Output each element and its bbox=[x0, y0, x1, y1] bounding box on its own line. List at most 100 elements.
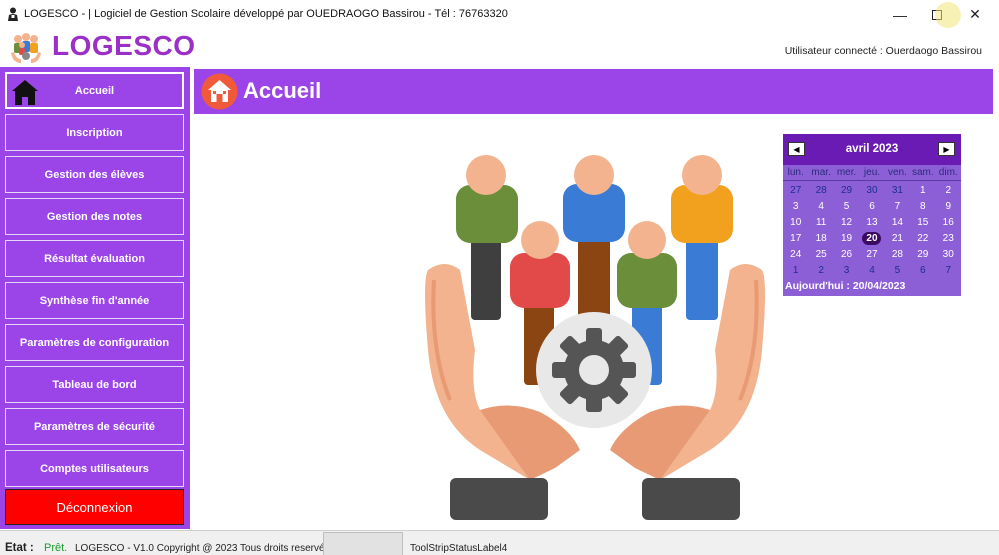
calendar-day[interactable]: 10 bbox=[783, 215, 808, 231]
chevron-right-icon: ▶ bbox=[943, 144, 950, 154]
calendar-day[interactable]: 13 bbox=[859, 215, 884, 231]
calendar-day[interactable]: 3 bbox=[834, 263, 859, 279]
house-circle-icon bbox=[201, 73, 238, 110]
sidebar-item-gestion-notes[interactable]: Gestion des notes bbox=[5, 198, 184, 235]
weekday-label: ven. bbox=[887, 167, 907, 178]
calendar-day[interactable]: 2 bbox=[808, 263, 833, 279]
calendar-day-number: 26 bbox=[840, 249, 853, 260]
calendar-day[interactable]: 8 bbox=[910, 199, 935, 215]
calendar-day-number: 23 bbox=[942, 233, 954, 244]
sidebar-item-parametres-securite[interactable]: Paramètres de sécurité bbox=[5, 408, 184, 445]
calendar-day-number: 13 bbox=[866, 217, 878, 228]
calendar-day-number: 8 bbox=[920, 201, 926, 212]
calendar-week-row: 17 18 19 20 21 22 23 bbox=[783, 231, 961, 247]
calendar-today-label[interactable]: Aujourd'hui : 20/04/2023 bbox=[785, 280, 905, 292]
window-title: LOGESCO - | Logiciel de Gestion Scolaire… bbox=[24, 8, 508, 20]
calendar-day[interactable]: 9 bbox=[936, 199, 961, 215]
page-header: Accueil bbox=[194, 69, 993, 114]
month-calendar[interactable]: ◀ avril 2023 ▶ lun. mar. mer. jeu. ven. … bbox=[783, 134, 961, 296]
calendar-day[interactable]: 17 bbox=[783, 231, 808, 247]
sidebar-item-inscription[interactable]: Inscription bbox=[5, 114, 184, 151]
calendar-day-number: 31 bbox=[891, 185, 903, 196]
calendar-day[interactable]: 3 bbox=[783, 199, 808, 215]
calendar-day[interactable]: 5 bbox=[885, 263, 910, 279]
calendar-day[interactable]: 15 bbox=[910, 215, 935, 231]
calendar-day[interactable]: 7 bbox=[936, 263, 961, 279]
calendar-day-number: 30 bbox=[866, 185, 878, 196]
calendar-day[interactable]: 19 bbox=[834, 231, 859, 247]
calendar-next-button[interactable]: ▶ bbox=[938, 142, 955, 156]
calendar-day[interactable]: 29 bbox=[834, 183, 859, 199]
calendar-day-number: 30 bbox=[942, 249, 954, 260]
calendar-day-number: 19 bbox=[840, 233, 853, 244]
calendar-days-grid: 27 28 29 30 31 1 2 3 4 5 6 7 8 9 10 11 12 13 14 15 16 17 18 19 2… bbox=[783, 183, 961, 279]
calendar-day-number: 25 bbox=[815, 249, 827, 260]
calendar-day[interactable]: 31 bbox=[885, 183, 910, 199]
calendar-day[interactable]: 21 bbox=[885, 231, 910, 247]
calendar-day-number: 20 bbox=[866, 233, 878, 244]
calendar-day-number: 10 bbox=[790, 217, 802, 228]
sidebar-item-label: Comptes utilisateurs bbox=[40, 462, 149, 475]
sidebar-item-synthese[interactable]: Synthèse fin d'année bbox=[5, 282, 184, 319]
calendar-day[interactable]: 1 bbox=[783, 263, 808, 279]
calendar-day[interactable]: 24 bbox=[783, 247, 808, 263]
calendar-day[interactable]: 4 bbox=[808, 199, 833, 215]
calendar-day[interactable]: 27 bbox=[859, 247, 884, 263]
sidebar-item-label: Tableau de bord bbox=[52, 378, 137, 391]
calendar-day-number: 4 bbox=[869, 265, 875, 276]
status-panel bbox=[323, 532, 403, 555]
calendar-day[interactable]: 1 bbox=[910, 183, 935, 199]
calendar-day[interactable]: 18 bbox=[808, 231, 833, 247]
calendar-day-number: 7 bbox=[945, 265, 952, 276]
sidebar-item-parametres-configuration[interactable]: Paramètres de configuration bbox=[5, 324, 184, 361]
calendar-day[interactable]: 5 bbox=[834, 199, 859, 215]
status-ready: Prêt. bbox=[44, 542, 68, 554]
calendar-day[interactable]: 22 bbox=[910, 231, 935, 247]
sidebar-item-gestion-eleves[interactable]: Gestion des élèves bbox=[5, 156, 184, 193]
calendar-day[interactable]: 16 bbox=[936, 215, 961, 231]
calendar-day[interactable]: 29 bbox=[910, 247, 935, 263]
calendar-day[interactable]: 6 bbox=[859, 199, 884, 215]
calendar-day[interactable]: 28 bbox=[808, 183, 833, 199]
calendar-day[interactable]: 6 bbox=[910, 263, 935, 279]
calendar-day[interactable]: 30 bbox=[936, 247, 961, 263]
mouse-cursor-highlight bbox=[935, 2, 961, 28]
sidebar-item-tableau-de-bord[interactable]: Tableau de bord bbox=[5, 366, 184, 403]
logout-button[interactable]: Déconnexion bbox=[5, 489, 184, 525]
sidebar-item-comptes-utilisateurs[interactable]: Comptes utilisateurs bbox=[5, 450, 184, 487]
calendar-day-number: 24 bbox=[790, 249, 802, 260]
calendar-day-number: 1 bbox=[792, 265, 799, 276]
people-group-logo bbox=[11, 33, 41, 63]
calendar-header: ◀ avril 2023 ▶ bbox=[783, 134, 961, 165]
calendar-day[interactable]: 2 bbox=[936, 183, 961, 199]
weekday-label: mer. bbox=[836, 167, 857, 178]
calendar-week-row: 27 28 29 30 31 1 2 bbox=[783, 183, 961, 199]
calendar-day-number: 22 bbox=[917, 233, 929, 244]
calendar-day-number: 11 bbox=[815, 217, 827, 228]
calendar-day[interactable]: 30 bbox=[859, 183, 884, 199]
calendar-day[interactable]: 25 bbox=[808, 247, 833, 263]
sidebar-item-label: Résultat évaluation bbox=[44, 252, 145, 265]
window-titlebar: LOGESCO - | Logiciel de Gestion Scolaire… bbox=[0, 0, 999, 29]
minimize-button[interactable]: — bbox=[881, 0, 919, 29]
calendar-month-title[interactable]: avril 2023 bbox=[783, 143, 961, 155]
calendar-day[interactable]: 14 bbox=[885, 215, 910, 231]
calendar-day-number: 29 bbox=[840, 185, 853, 196]
sidebar-item-label: Gestion des élèves bbox=[44, 168, 145, 181]
sidebar-item-accueil[interactable]: Accueil bbox=[5, 72, 184, 109]
sidebar-item-resultat-evaluation[interactable]: Résultat évaluation bbox=[5, 240, 184, 277]
minimize-icon: — bbox=[893, 6, 907, 23]
calendar-day[interactable]: 28 bbox=[885, 247, 910, 263]
calendar-day[interactable]: 12 bbox=[834, 215, 859, 231]
calendar-day-number: 5 bbox=[843, 201, 850, 212]
weekday-label: mar. bbox=[811, 167, 831, 178]
calendar-day[interactable]: 7 bbox=[885, 199, 910, 215]
calendar-day[interactable]: 26 bbox=[834, 247, 859, 263]
calendar-day-number: 14 bbox=[891, 217, 903, 228]
close-button[interactable]: ✕ bbox=[956, 0, 994, 29]
calendar-day[interactable]: 20 bbox=[859, 231, 884, 247]
calendar-day[interactable]: 4 bbox=[859, 263, 884, 279]
calendar-day[interactable]: 27 bbox=[783, 183, 808, 199]
calendar-day[interactable]: 11 bbox=[808, 215, 833, 231]
calendar-day[interactable]: 23 bbox=[936, 231, 961, 247]
